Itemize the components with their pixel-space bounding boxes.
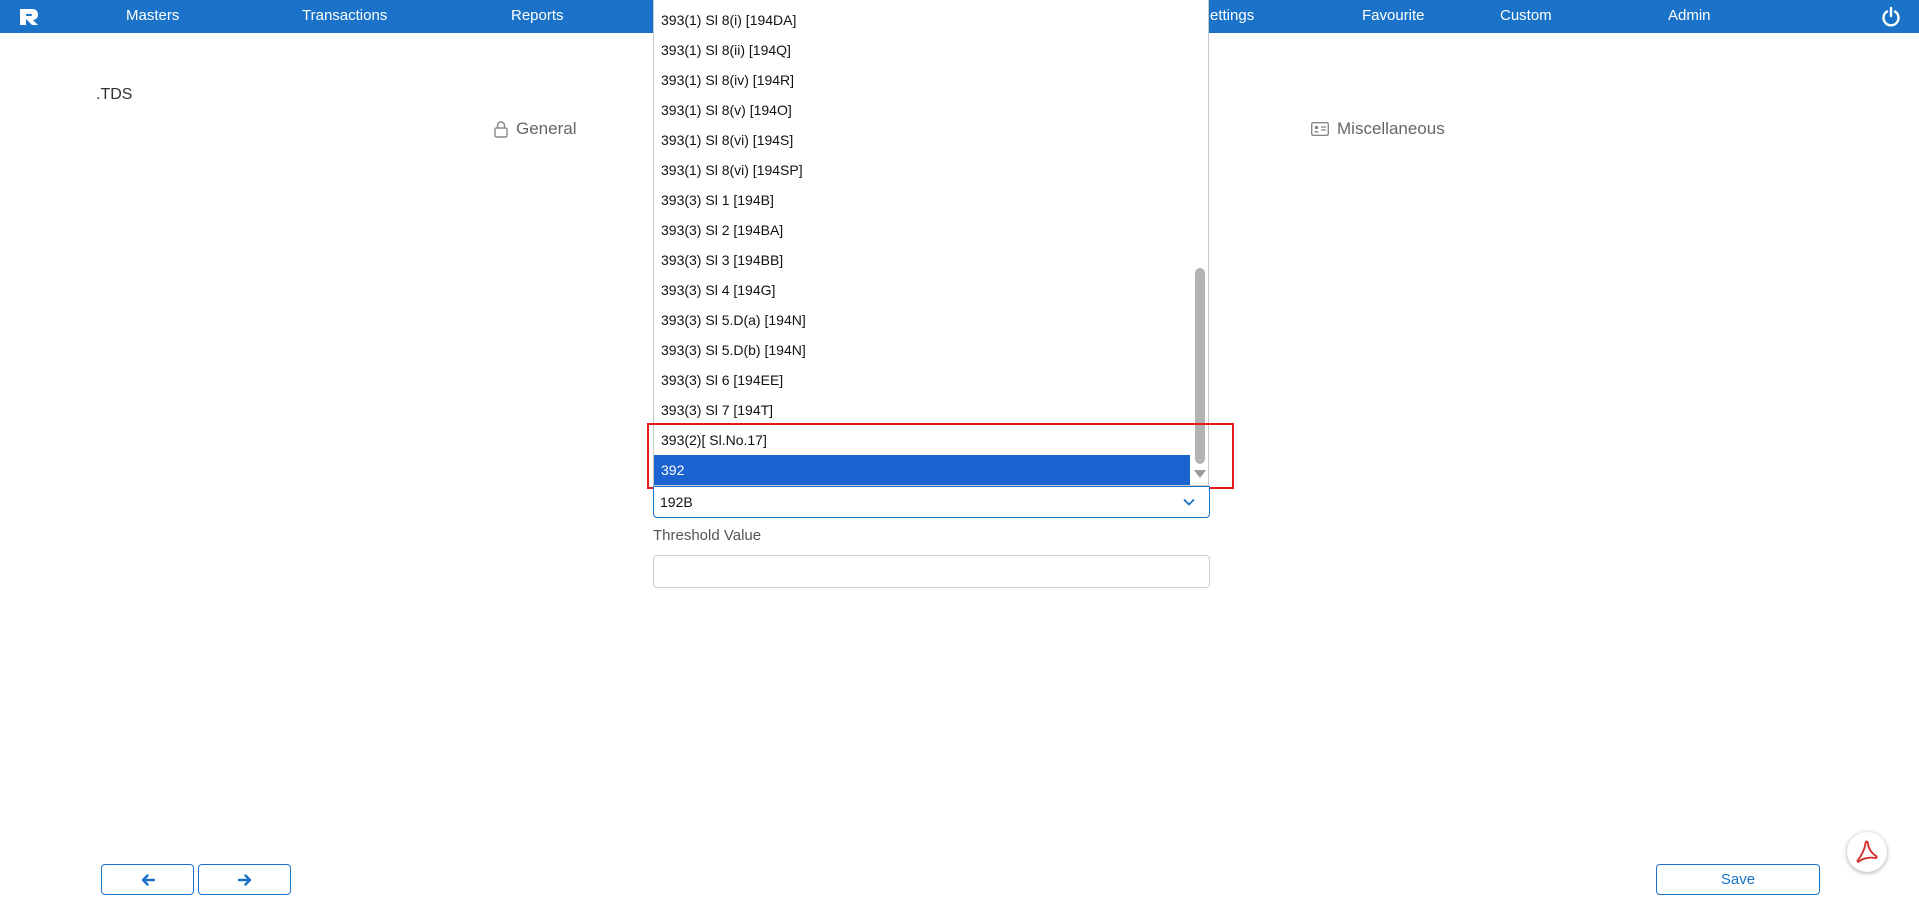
nav-settings[interactable]: ettings bbox=[1210, 0, 1254, 33]
tab-miscellaneous-label: Miscellaneous bbox=[1337, 119, 1445, 138]
previous-button[interactable] bbox=[101, 864, 194, 895]
next-button[interactable] bbox=[198, 864, 291, 895]
dropdown-option[interactable]: 393(3) Sl 1 [194B] bbox=[654, 185, 1190, 215]
nav-admin[interactable]: Admin bbox=[1668, 0, 1711, 33]
nav-transactions[interactable]: Transactions bbox=[302, 0, 387, 33]
dropdown-option[interactable]: 393(2)[ Sl.No.17] bbox=[654, 425, 1190, 455]
nav-favourite[interactable]: Favourite bbox=[1362, 0, 1425, 33]
section-select[interactable]: 192B bbox=[653, 486, 1210, 518]
dropdown-option[interactable]: 393(3) Sl 5.D(a) [194N] bbox=[654, 305, 1190, 335]
arrow-right-icon bbox=[237, 873, 251, 886]
dropdown-option-selected[interactable]: 392 bbox=[654, 455, 1190, 485]
power-icon[interactable] bbox=[1880, 6, 1902, 28]
nav-masters[interactable]: Masters bbox=[126, 0, 179, 33]
section-select-value: 192B bbox=[660, 494, 693, 510]
dropdown-option[interactable]: 393(3) Sl 7 [194T] bbox=[654, 395, 1190, 425]
pdf-icon bbox=[1856, 840, 1878, 863]
nav-custom[interactable]: Custom bbox=[1500, 0, 1552, 33]
dropdown-option[interactable]: 393(1) Sl 8(v) [194O] bbox=[654, 95, 1190, 125]
dropdown-scrollbar[interactable] bbox=[1191, 0, 1208, 485]
tab-general[interactable]: General bbox=[494, 119, 576, 139]
dropdown-option[interactable]: 393(3) Sl 5.D(b) [194N] bbox=[654, 335, 1190, 365]
lock-icon bbox=[494, 120, 508, 138]
save-button[interactable]: Save bbox=[1656, 864, 1820, 895]
dropdown-option[interactable]: 393(1) Sl 8(i) [194DA] bbox=[654, 5, 1190, 35]
nav-reports[interactable]: Reports bbox=[511, 0, 564, 33]
pdf-export-button[interactable] bbox=[1847, 832, 1887, 872]
dropdown-option[interactable]: 393(3) Sl 3 [194BB] bbox=[654, 245, 1190, 275]
tab-miscellaneous[interactable]: Miscellaneous bbox=[1311, 119, 1445, 139]
page-title: .TDS bbox=[96, 86, 133, 103]
dropdown-option[interactable]: 393(3) Sl 6 [194EE] bbox=[654, 365, 1190, 395]
dropdown-option[interactable]: 393(1) Sl 8(vi) [194SP] bbox=[654, 155, 1190, 185]
app-logo-icon[interactable] bbox=[18, 7, 40, 27]
threshold-value-label: Threshold Value bbox=[653, 527, 762, 544]
dropdown-option[interactable]: 393(3) Sl 4 [194G] bbox=[654, 275, 1190, 305]
section-dropdown-list: 393(1) Sl 8(i) [194DA] 393(1) Sl 8(ii) [… bbox=[653, 0, 1209, 486]
dropdown-option[interactable]: 393(1) Sl 8(iv) [194R] bbox=[654, 65, 1190, 95]
scrollbar-thumb[interactable] bbox=[1195, 268, 1205, 464]
dropdown-option[interactable]: 393(1) Sl 8(vi) [194S] bbox=[654, 125, 1190, 155]
scroll-down-arrow-icon[interactable] bbox=[1194, 470, 1206, 478]
threshold-value-input[interactable] bbox=[653, 555, 1210, 588]
id-card-icon bbox=[1311, 122, 1329, 136]
chevron-down-icon[interactable] bbox=[1183, 497, 1195, 507]
dropdown-option[interactable]: 393(1) Sl 8(ii) [194Q] bbox=[654, 35, 1190, 65]
arrow-left-icon bbox=[141, 873, 155, 886]
tab-general-label: General bbox=[516, 119, 577, 138]
dropdown-option[interactable]: 393(3) Sl 2 [194BA] bbox=[654, 215, 1190, 245]
